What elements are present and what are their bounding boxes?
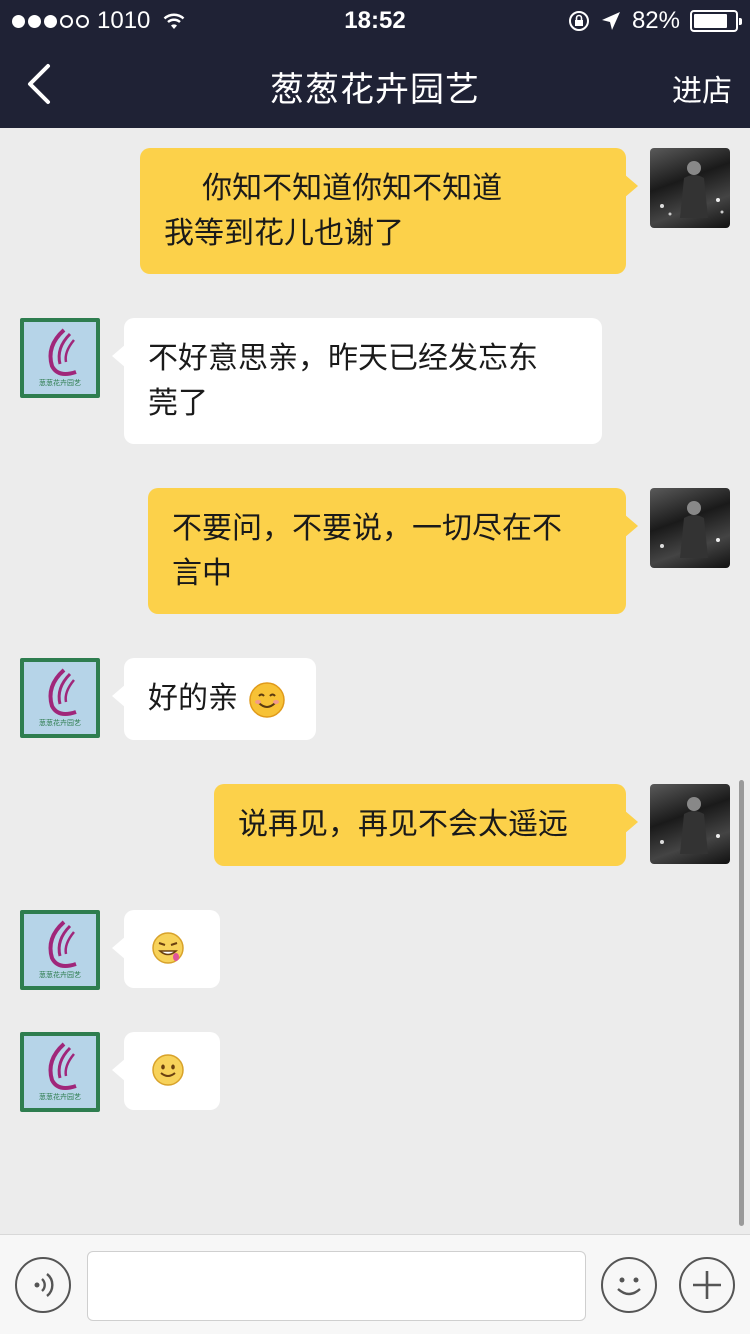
slight-smile-icon <box>152 1054 184 1086</box>
status-bar: 1010 18:52 82% <box>0 0 750 40</box>
scrollbar[interactable] <box>739 780 744 1226</box>
shop-logo-text: 葱葱花卉园艺 <box>39 971 81 979</box>
incoming-message-bubble[interactable] <box>112 1032 220 1110</box>
message-input[interactable] <box>87 1251 586 1321</box>
more-options-button[interactable] <box>679 1257 735 1313</box>
rotation-lock-icon <box>568 11 589 31</box>
incoming-message-bubble[interactable] <box>112 910 220 988</box>
user-avatar[interactable] <box>650 784 730 864</box>
outgoing-message-bubble[interactable]: 你知不知道你知不知道 我等到花儿也谢了 <box>140 148 638 274</box>
incoming-message-bubble[interactable]: 好的亲 <box>112 658 316 740</box>
emoji-icon <box>617 1277 641 1296</box>
nav-bar: 葱葱花卉园艺 进店 <box>0 40 750 128</box>
plus-icon <box>693 1271 721 1299</box>
shop-avatar[interactable]: 葱葱花卉园艺 <box>20 1032 100 1112</box>
shop-logo-text: 葱葱花卉园艺 <box>39 1093 81 1101</box>
message-list[interactable]: 你知不知道你知不知道 我等到花儿也谢了 葱葱花卉园艺 不好意思亲，昨天已经发忘东… <box>0 128 750 1234</box>
person-photo-icon <box>660 501 720 558</box>
page-title: 葱葱花卉园艺 <box>270 70 480 110</box>
message-text: 说再见，再见不会太遥远 <box>238 807 568 842</box>
person-photo-icon <box>660 797 720 854</box>
input-bar <box>0 1234 750 1334</box>
battery-percent: 82% <box>631 7 680 34</box>
emoji-button[interactable] <box>601 1257 657 1313</box>
message-line: 我等到花儿也谢了 <box>164 216 404 251</box>
battery-icon <box>690 10 742 32</box>
voice-button[interactable] <box>15 1257 71 1313</box>
incoming-message-bubble[interactable]: 不好意思亲，昨天已经发忘东 莞了 <box>112 318 602 444</box>
outgoing-message-bubble[interactable]: 不要问，不要说，一切尽在不 言中 <box>148 488 638 614</box>
voice-icon <box>34 1273 54 1297</box>
person-photo-icon <box>660 161 724 218</box>
shop-avatar[interactable]: 葱葱花卉园艺 <box>20 318 100 398</box>
message-line: 莞了 <box>148 386 208 421</box>
outgoing-message-bubble[interactable]: 说再见，再见不会太遥远 <box>214 784 638 866</box>
enter-shop-button[interactable]: 进店 <box>672 66 732 110</box>
shop-logo-text: 葱葱花卉园艺 <box>39 719 81 727</box>
message-line: 不要问，不要说，一切尽在不 <box>172 511 562 546</box>
shop-avatar[interactable]: 葱葱花卉园艺 <box>20 658 100 738</box>
smiling-face-icon <box>248 681 285 718</box>
shop-logo-text: 葱葱花卉园艺 <box>39 379 81 387</box>
message-line: 不好意思亲，昨天已经发忘东 <box>148 341 538 376</box>
message-text: 好的亲 <box>148 681 238 716</box>
message-line: 言中 <box>172 556 232 591</box>
user-avatar[interactable] <box>650 148 730 228</box>
status-right: 82% <box>568 7 742 35</box>
location-arrow-icon <box>601 12 620 30</box>
message-line: 你知不知道你知不知道 <box>164 171 503 206</box>
drooling-face-icon <box>152 932 184 964</box>
shop-avatar[interactable]: 葱葱花卉园艺 <box>20 910 100 990</box>
user-avatar[interactable] <box>650 488 730 568</box>
